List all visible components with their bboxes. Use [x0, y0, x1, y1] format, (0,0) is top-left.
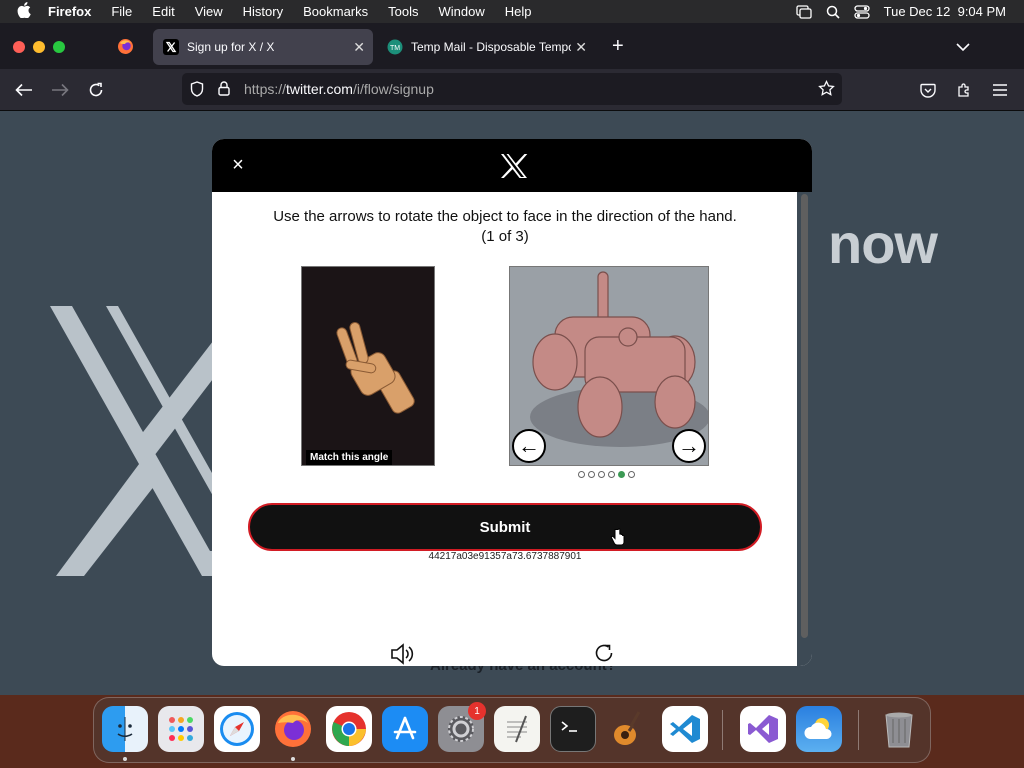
tab-bar: Sign up for X / X ✕ TM Temp Mail - Dispo… — [0, 23, 1024, 69]
terminal-icon[interactable] — [550, 706, 596, 752]
safari-icon[interactable] — [214, 706, 260, 752]
hand-cursor-icon — [610, 528, 625, 551]
hand-caption: Match this angle — [306, 450, 393, 465]
tab-twitter-signup[interactable]: Sign up for X / X ✕ — [153, 29, 373, 65]
menu-bar: Firefox File Edit View History Bookmarks… — [0, 0, 1024, 23]
tracking-shield-icon[interactable] — [190, 81, 204, 102]
dock-separator — [722, 710, 723, 750]
chevron-down-icon[interactable] — [956, 39, 970, 57]
extensions-icon[interactable] — [953, 79, 975, 101]
screen-mirroring-icon[interactable] — [795, 4, 812, 19]
firefox-view-icon[interactable] — [117, 38, 134, 60]
tab-label: Sign up for X / X — [187, 40, 275, 54]
menu-app-name[interactable]: Firefox — [38, 4, 101, 19]
temp-mail-icon: TM — [387, 39, 403, 55]
dock-separator — [858, 710, 859, 750]
url-text[interactable]: https://twitter.com/i/flow/signup — [244, 81, 434, 97]
window-maximize-button[interactable] — [53, 41, 65, 53]
control-center-icon[interactable] — [853, 4, 870, 19]
menu-bookmarks[interactable]: Bookmarks — [293, 4, 378, 19]
hamburger-menu-icon[interactable] — [989, 79, 1011, 101]
svg-text:TM: TM — [390, 45, 400, 52]
rotation-dot — [588, 471, 595, 478]
launchpad-icon[interactable] — [158, 706, 204, 752]
hand-reference-image: Match this angle — [301, 266, 435, 466]
rotation-dot — [578, 471, 585, 478]
rotatable-object-image: ← → — [509, 266, 709, 466]
captcha-instructions: Use the arrows to rotate the object to f… — [242, 207, 768, 247]
audio-challenge-icon[interactable] — [390, 642, 416, 666]
rotate-left-button[interactable]: ← — [512, 429, 546, 463]
url-bar[interactable]: https://twitter.com/i/flow/signup — [182, 73, 842, 105]
menu-view[interactable]: View — [185, 4, 233, 19]
url-domain: twitter.com — [286, 81, 353, 97]
url-path: /i/flow/signup — [352, 81, 434, 97]
captcha-modal: × Use the arrows to rotate the object to… — [212, 139, 812, 666]
finder-icon[interactable] — [102, 706, 148, 752]
tab-label: Temp Mail - Disposable Tempor — [411, 40, 571, 54]
background-headline: now — [828, 212, 938, 275]
lock-icon[interactable] — [218, 81, 230, 101]
garageband-icon[interactable] — [606, 706, 652, 752]
reload-challenge-icon[interactable] — [593, 642, 615, 666]
textedit-icon[interactable] — [494, 706, 540, 752]
apple-icon[interactable] — [10, 2, 38, 21]
rotation-indicator — [578, 471, 635, 478]
menu-window[interactable]: Window — [429, 4, 495, 19]
pocket-icon[interactable] — [917, 79, 939, 101]
instruction-text: Use the arrows to rotate the object to f… — [273, 208, 737, 225]
back-icon[interactable] — [13, 79, 35, 101]
modal-header: × — [212, 139, 812, 192]
new-tab-icon[interactable]: + — [612, 35, 624, 58]
dock — [93, 697, 931, 763]
trash-icon[interactable] — [876, 706, 922, 752]
scrollbar[interactable] — [801, 194, 808, 638]
notification-badge: 1 — [468, 702, 486, 720]
close-icon[interactable]: × — [228, 155, 248, 175]
menu-history[interactable]: History — [233, 4, 293, 19]
x-logo-icon — [163, 39, 179, 55]
bookmark-star-icon[interactable] — [818, 79, 835, 102]
menu-clock[interactable]: Tue Dec 12 9:04 PM — [884, 4, 1006, 19]
reload-icon[interactable] — [85, 79, 107, 101]
rotation-dot — [618, 471, 625, 478]
x-logo-icon — [500, 153, 528, 184]
session-id: 44217a03e91357a73.6737887901 — [428, 551, 582, 562]
navigation-bar: https://twitter.com/i/flow/signup — [0, 69, 1024, 111]
window-close-button[interactable] — [13, 41, 25, 53]
menu-file[interactable]: File — [101, 4, 142, 19]
menu-tools[interactable]: Tools — [378, 4, 428, 19]
rotation-dot — [608, 471, 615, 478]
menu-help[interactable]: Help — [495, 4, 542, 19]
firefox-icon[interactable] — [270, 706, 316, 752]
vscode-icon[interactable] — [662, 706, 708, 752]
visual-studio-icon[interactable] — [740, 706, 786, 752]
window-minimize-button[interactable] — [33, 41, 45, 53]
weather-icon[interactable] — [796, 706, 842, 752]
menu-edit[interactable]: Edit — [142, 4, 184, 19]
tab-temp-mail[interactable]: TM Temp Mail - Disposable Tempor ✕ — [377, 29, 597, 65]
progress-text: (1 of 3) — [481, 228, 529, 245]
spotlight-search-icon[interactable] — [826, 5, 840, 19]
close-tab-icon[interactable]: ✕ — [575, 39, 587, 56]
submit-button[interactable]: Submit — [248, 503, 762, 551]
running-indicator — [123, 757, 127, 761]
app-store-icon[interactable] — [382, 706, 428, 752]
rotation-dot — [598, 471, 605, 478]
forward-icon[interactable] — [49, 79, 71, 101]
running-indicator — [291, 757, 295, 761]
chrome-icon[interactable] — [326, 706, 372, 752]
close-tab-icon[interactable]: ✕ — [353, 39, 365, 56]
rotate-right-button[interactable]: → — [672, 429, 706, 463]
url-prefix: https:// — [244, 81, 287, 97]
rotation-dot — [628, 471, 635, 478]
